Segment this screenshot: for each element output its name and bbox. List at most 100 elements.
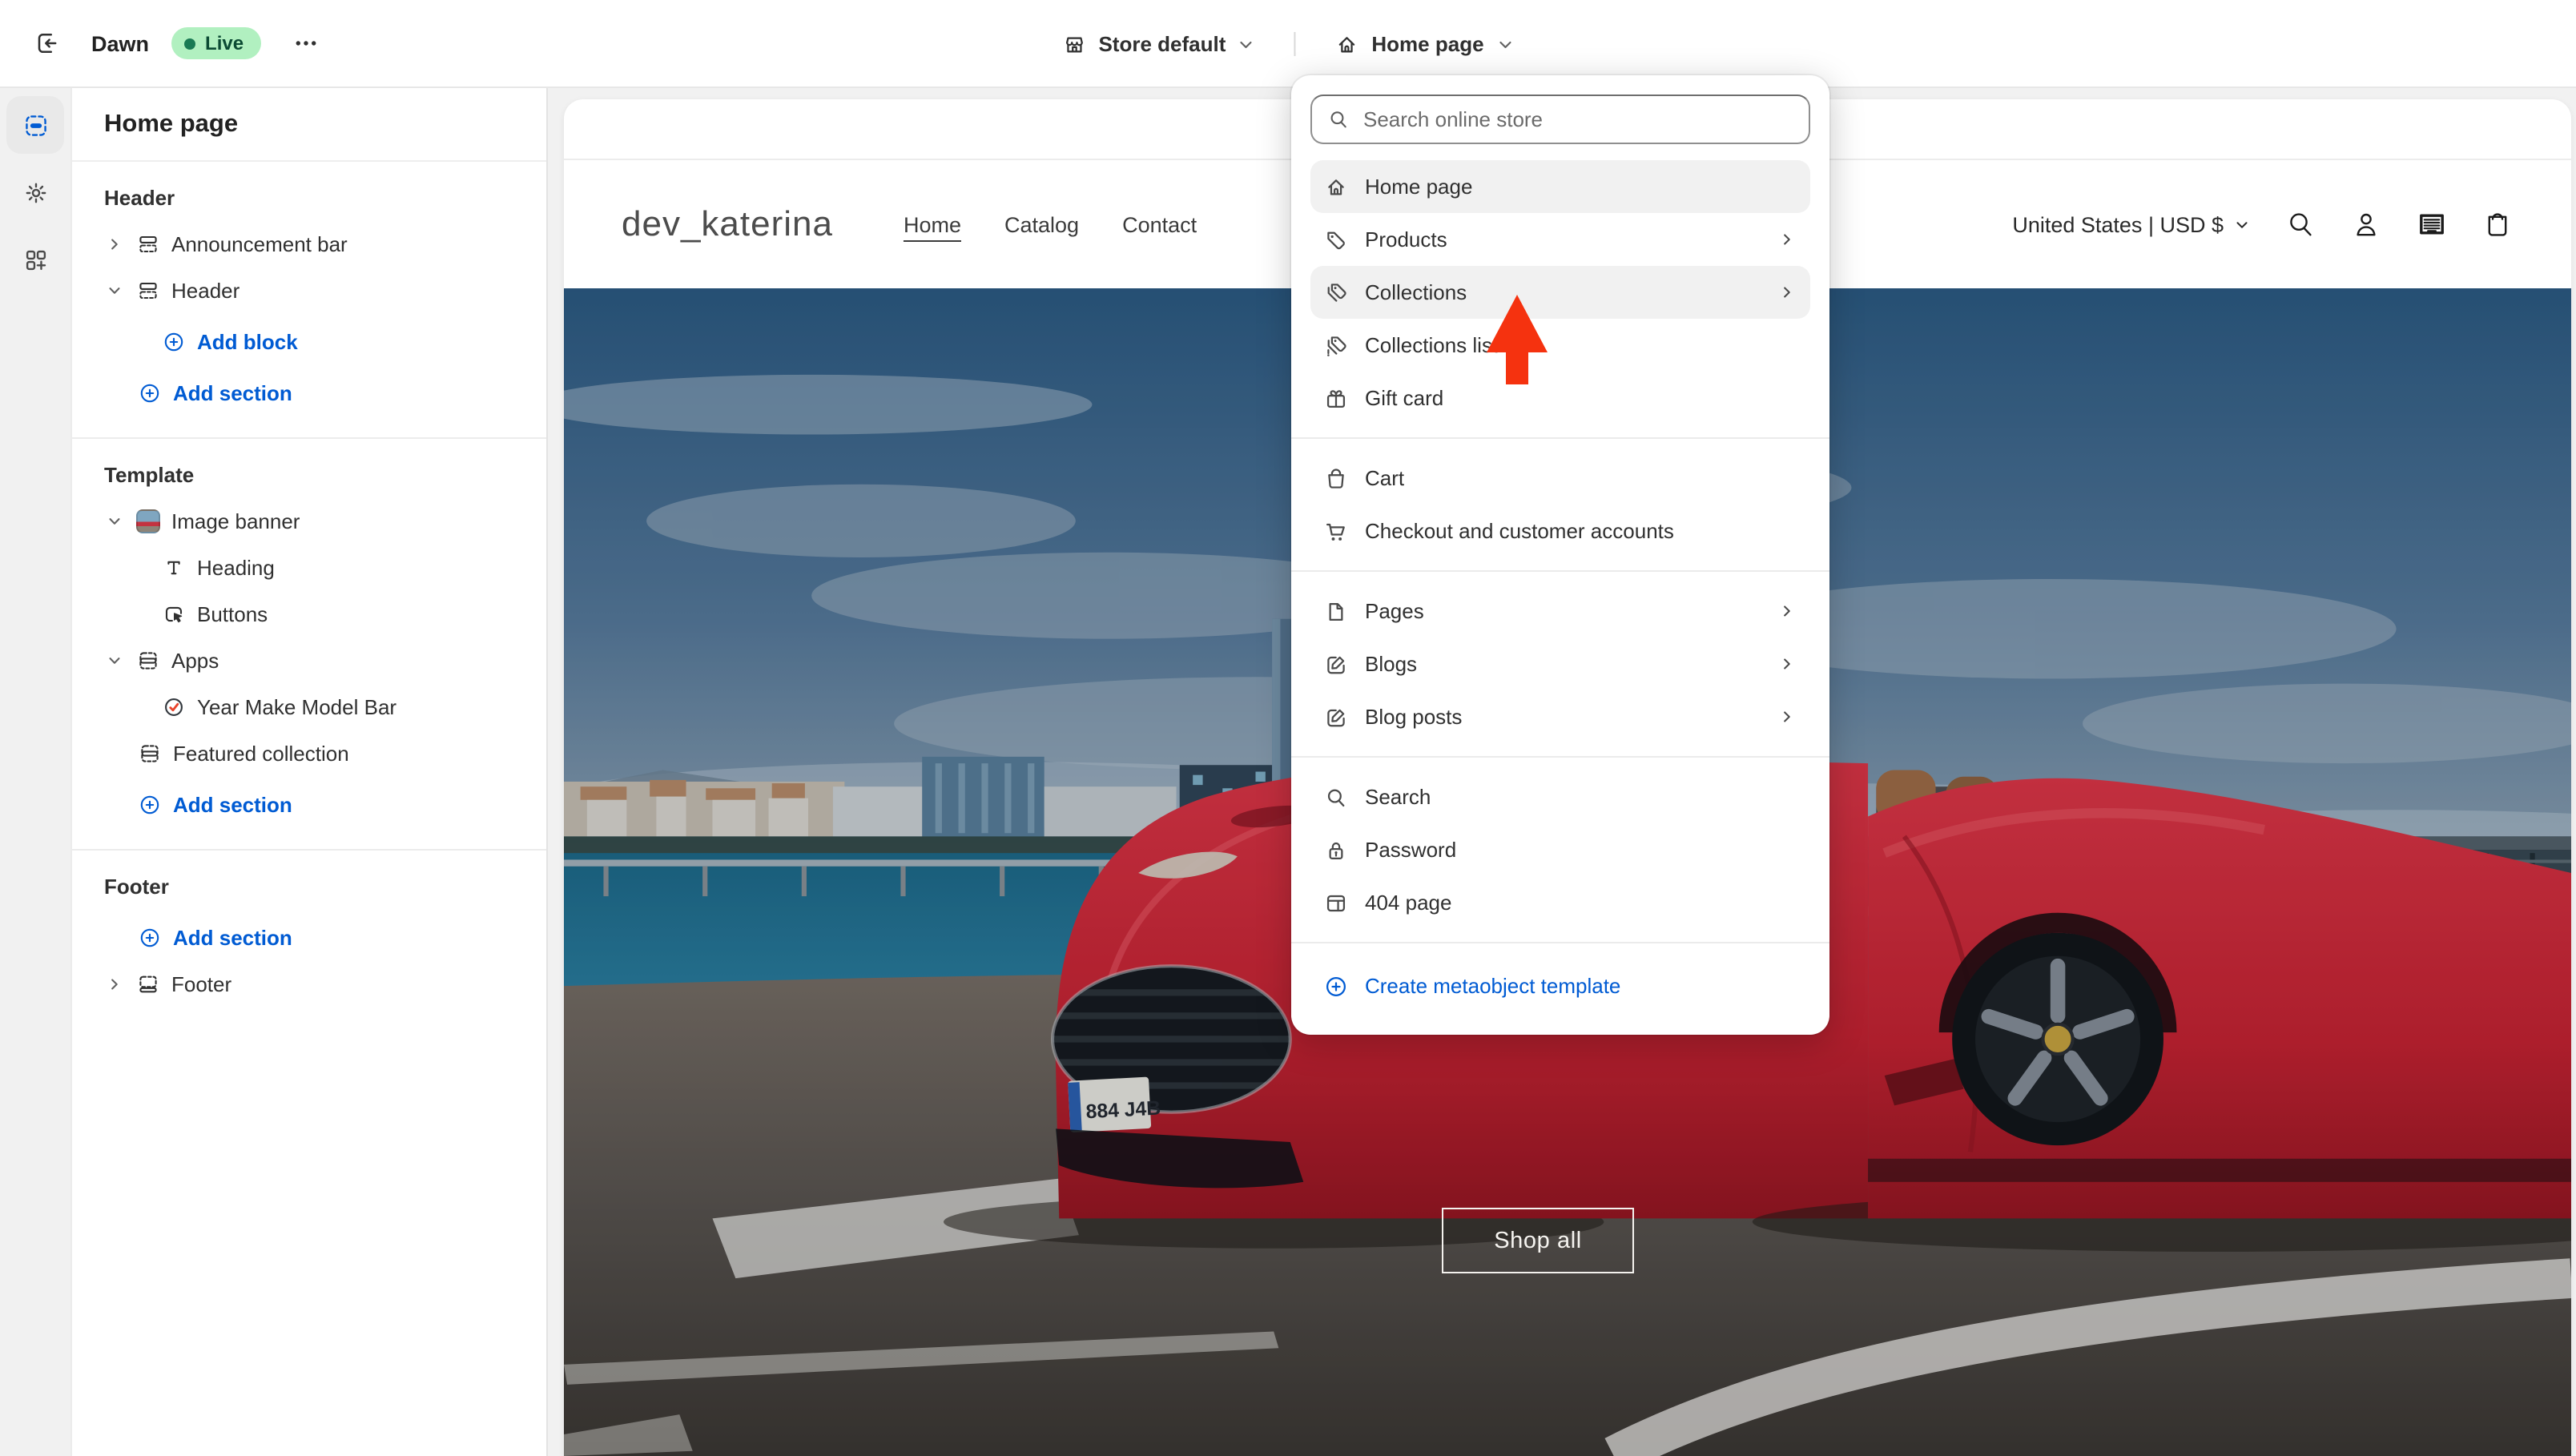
sidebar-item-announcement-bar[interactable]: Announcement bar (72, 221, 546, 267)
menu-item-checkout-and-customer-accounts[interactable]: Checkout and customer accounts (1310, 505, 1810, 557)
dropdown-group: Cart Checkout and customer accounts (1291, 437, 1829, 561)
exit-editor-button[interactable] (24, 21, 69, 66)
sidebar-item-buttons[interactable]: Buttons (72, 591, 546, 638)
create-metaobject-template-button[interactable]: Create metaobject template (1310, 959, 1810, 1012)
exit-icon (32, 29, 61, 58)
sidebar-item-label: Add block (197, 330, 298, 354)
tags-list-icon (1323, 332, 1349, 358)
chev-down-icon (104, 650, 125, 671)
topbar-left: Dawn Live (0, 21, 328, 66)
menu-item-label: Home page (1365, 175, 1797, 199)
sidebar-item-apps[interactable]: Apps (72, 638, 546, 684)
menu-item-home-page[interactable]: Home page (1310, 160, 1810, 213)
garage-icon (2416, 208, 2448, 240)
sidebar-page-title: Home page (72, 88, 546, 162)
menu-item-gift-card[interactable]: Gift card (1310, 372, 1810, 424)
sidebar-item-image-banner[interactable]: Image banner (72, 498, 546, 545)
editor-icon-rail (0, 88, 70, 1456)
gift-icon (1323, 385, 1349, 411)
image-banner-thumbnail (136, 509, 160, 533)
sidebar-item-label: Add section (173, 381, 292, 405)
menu-item-pages[interactable]: Pages (1310, 585, 1810, 638)
sidebar-item-label: Header (171, 279, 239, 303)
search-online-store-input[interactable] (1310, 95, 1810, 144)
menu-item-blog-posts[interactable]: Blog posts (1310, 690, 1810, 743)
sidebar-item-label: Buttons (197, 602, 268, 626)
menu-item-products[interactable]: Products (1310, 213, 1810, 266)
home-icon (1323, 174, 1349, 199)
store-nav-home[interactable]: Home (904, 212, 961, 236)
menu-item-collections-list[interactable]: Collections list (1310, 319, 1810, 372)
store-selector[interactable]: Store default (1049, 22, 1269, 66)
sidebar-group-template: TemplateImage banner Heading Buttons Apps Ye… (72, 437, 546, 849)
shopping-bag-icon (2481, 208, 2514, 240)
menu-item-collections[interactable]: Collections (1310, 266, 1810, 319)
home-icon (1334, 31, 1360, 57)
chev-right-icon (104, 234, 125, 255)
menu-item-blogs[interactable]: Blogs (1310, 638, 1810, 690)
menu-item-label: Collections list (1365, 333, 1797, 357)
sidebar-item-featured-collection[interactable]: Featured collection (72, 730, 546, 777)
theme-editor: Dawn Live Store default Home page Home (0, 0, 2576, 1456)
tags-icon (1323, 280, 1349, 305)
shop-all-button[interactable]: Shop all (1442, 1208, 1634, 1273)
sidebar-add-section-button[interactable]: Add section (72, 370, 546, 416)
rail-settings-button[interactable] (6, 163, 64, 221)
chev-down-icon (104, 511, 125, 532)
rail-sections-button[interactable] (6, 96, 64, 154)
sidebar-item-label: Add section (173, 926, 292, 950)
block-top-icon (136, 232, 160, 256)
sections-sidebar: Home page HeaderAnnouncement barHeaderAd… (70, 88, 548, 1456)
menu-item-label: Blogs (1365, 652, 1761, 676)
sidebar-item-year-make-model-bar[interactable]: Year Make Model Bar (72, 684, 546, 730)
page-selector[interactable]: Home page (1322, 22, 1527, 66)
store-nav-contact[interactable]: Contact (1122, 212, 1197, 236)
plus-circle-icon (138, 793, 162, 817)
block-bot-icon (136, 972, 160, 996)
more-actions-button[interactable] (284, 21, 328, 66)
sidebar-item-label: Announcement bar (171, 232, 348, 256)
theme-name: Dawn (91, 31, 149, 55)
menu-item-label: Password (1365, 838, 1797, 862)
chev-right-icon (104, 974, 125, 995)
apps-icon (22, 246, 49, 273)
sidebar-item-footer[interactable]: Footer (72, 961, 546, 1008)
store-nav-catalog[interactable]: Catalog (1004, 212, 1079, 236)
store-garage-widget-button[interactable] (2416, 208, 2448, 240)
sidebar-item-label: Heading (197, 556, 275, 580)
dropdown-footer: Create metaobject template (1291, 942, 1829, 1016)
chev-right-icon (1777, 229, 1797, 250)
store-account-button[interactable] (2350, 208, 2382, 240)
sidebar-add-section-button[interactable]: Add section (72, 782, 546, 828)
chevron-down-icon (2233, 215, 2251, 233)
locale-selector[interactable]: United States | USD $ (2012, 212, 2251, 236)
store-logo[interactable]: dev_katerina (622, 203, 833, 245)
menu-item-label: Blog posts (1365, 705, 1761, 729)
live-badge-label: Live (205, 32, 244, 54)
sidebar-item-label: Year Make Model Bar (197, 695, 396, 719)
menu-item-cart[interactable]: Cart (1310, 452, 1810, 505)
rail-apps-button[interactable] (6, 231, 64, 288)
page-icon (1323, 598, 1349, 624)
tag-icon (1323, 227, 1349, 252)
compose-icon (1323, 704, 1349, 730)
sidebar-item-header[interactable]: Header (72, 267, 546, 314)
menu-item-label: Cart (1365, 466, 1797, 490)
menu-item-search[interactable]: Search (1310, 770, 1810, 823)
live-dot-icon (184, 38, 195, 49)
store-cart-button[interactable] (2481, 208, 2514, 240)
store-search-button[interactable] (2284, 208, 2316, 240)
menu-item-404-page[interactable]: 404 page (1310, 876, 1810, 929)
text-icon (162, 556, 186, 580)
menu-item-password[interactable]: Password (1310, 823, 1810, 876)
person-icon (2350, 208, 2382, 240)
menu-item-label: Search (1365, 785, 1797, 809)
sidebar-add-section-button[interactable]: Add section (72, 915, 546, 961)
live-badge: Live (171, 27, 261, 59)
store-header-right: United States | USD $ (2012, 208, 2514, 240)
sidebar-group-label: Template (72, 453, 546, 498)
sidebar-add-block-button[interactable]: Add block (72, 319, 546, 365)
locale-label: United States | USD $ (2012, 212, 2224, 236)
settings-icon (22, 179, 49, 206)
sidebar-item-heading[interactable]: Heading (72, 545, 546, 591)
